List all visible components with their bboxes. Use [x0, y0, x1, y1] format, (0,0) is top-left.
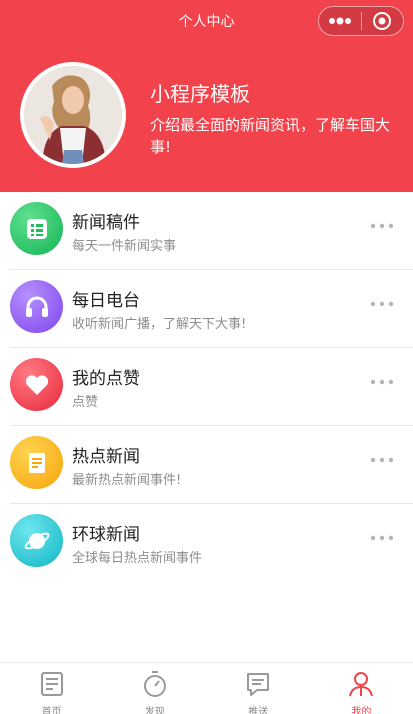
close-miniprogram-button[interactable]: [362, 7, 403, 35]
tab-label: 首页: [41, 707, 62, 714]
profile-header: 小程序模板 介绍最全面的新闻资讯，了解车国大事!: [0, 40, 413, 192]
user-icon: [349, 672, 374, 697]
menu-item-subtitle: 每天一件新闻实事: [72, 239, 177, 254]
target-icon: [373, 12, 392, 30]
menu-item-hot-news[interactable]: 热点新闻 最新热点新闻事件!: [0, 426, 413, 504]
avatar-image: [24, 66, 122, 164]
tab-home[interactable]: 首页: [0, 663, 103, 714]
headphones-icon: [10, 280, 63, 333]
more-dots-icon: [329, 17, 351, 25]
news-icon: [10, 436, 63, 489]
planet-icon: [10, 514, 63, 567]
more-options-button[interactable]: [319, 7, 361, 35]
tab-label: 发现: [144, 707, 165, 714]
top-navigation-bar: 个人中心: [0, 0, 413, 40]
menu-item-subtitle: 全球每日热点新闻事件: [72, 551, 203, 566]
more-icon[interactable]: [370, 222, 394, 230]
avatar[interactable]: [20, 62, 126, 168]
profile-description: 介绍最全面的新闻资讯，了解车国大事!: [150, 116, 391, 156]
menu-item-title: 热点新闻: [72, 447, 140, 467]
home-icon: [40, 672, 63, 696]
tab-label: 推送: [248, 707, 269, 714]
menu-item-title: 环球新闻: [72, 525, 140, 545]
menu-item-title: 我的点赞: [72, 369, 140, 389]
menu-item-title: 新闻稿件: [72, 213, 140, 233]
more-icon[interactable]: [370, 534, 394, 542]
miniprogram-capsule: [318, 6, 404, 36]
timer-icon: [143, 671, 166, 697]
menu-item-subtitle: 点赞: [72, 395, 99, 410]
tab-discover[interactable]: 发现: [103, 663, 206, 714]
menu-item-global-news[interactable]: 环球新闻 全球每日热点新闻事件: [0, 504, 413, 582]
menu-item-daily-radio[interactable]: 每日电台 收听新闻广播，了解天下大事!: [0, 270, 413, 348]
menu-item-news-drafts[interactable]: 新闻稿件 每天一件新闻实事: [0, 192, 413, 270]
bottom-tab-bar: 首页 发现 推送 我的: [0, 662, 413, 714]
tab-mine[interactable]: 我的: [310, 663, 413, 714]
tab-push[interactable]: 推送: [207, 663, 310, 714]
menu-item-my-likes[interactable]: 我的点赞 点赞: [0, 348, 413, 426]
heart-icon: [10, 358, 63, 411]
menu-list: 新闻稿件 每天一件新闻实事 每日电台 收听新闻广播，了解天下大事! 我的点赞 点…: [0, 192, 413, 582]
document-icon: [10, 202, 63, 255]
more-icon[interactable]: [370, 456, 394, 464]
menu-item-subtitle: 收听新闻广播，了解天下大事!: [72, 317, 247, 332]
more-icon[interactable]: [370, 378, 394, 386]
menu-item-title: 每日电台: [72, 291, 140, 311]
menu-item-subtitle: 最新热点新闻事件!: [72, 473, 182, 488]
more-icon[interactable]: [370, 300, 394, 308]
profile-name: 小程序模板: [150, 82, 250, 106]
tab-label: 我的: [351, 707, 372, 714]
message-icon: [247, 673, 270, 696]
